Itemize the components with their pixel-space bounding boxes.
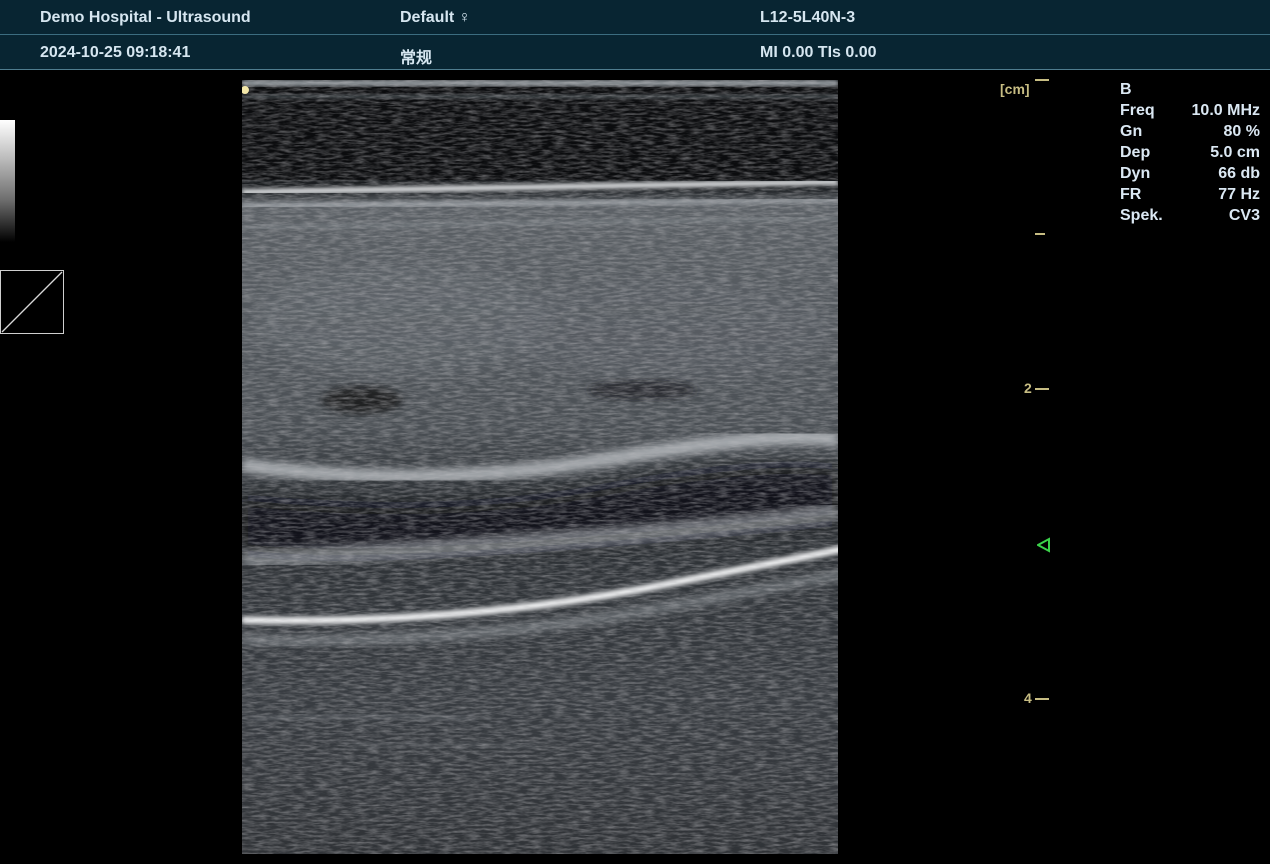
ultrasound-image[interactable] — [241, 80, 846, 854]
datetime: 2024-10-25 09:18:41 — [40, 44, 191, 61]
imaging-parameters: B Freq 10.0 MHz Gn 80 % Dep 5.0 cm Dyn 6… — [1120, 81, 1260, 228]
probe-label[interactable]: L12-5L40N-3 — [760, 9, 855, 27]
preset-label[interactable]: Default ♀ — [400, 9, 471, 27]
depth-tick — [1035, 79, 1049, 81]
param-value: 5.0 cm — [1210, 144, 1260, 161]
depth-label-4: 4 — [1024, 690, 1032, 706]
param-value: 77 Hz — [1218, 186, 1260, 203]
safety-indices: MI 0.00 TIs 0.00 — [760, 44, 877, 61]
param-value: 80 % — [1223, 123, 1260, 140]
param-row: Gn 80 % — [1120, 123, 1260, 144]
param-key: Dyn — [1120, 165, 1151, 182]
grayscale-bar — [0, 120, 15, 242]
depth-tick — [1035, 233, 1045, 235]
param-key: Freq — [1120, 102, 1155, 119]
depth-unit: [cm] — [1000, 81, 1030, 97]
param-value: CV3 — [1228, 207, 1260, 224]
depth-tick — [1035, 388, 1049, 390]
param-row: FR 77 Hz — [1120, 186, 1260, 207]
param-value: 66 db — [1218, 165, 1260, 182]
param-row: Freq 10.0 MHz — [1120, 102, 1260, 123]
param-row: Dep 5.0 cm — [1120, 144, 1260, 165]
header-bar-top: Demo Hospital - Ultrasound Default ♀ L12… — [0, 0, 1270, 35]
param-key: Spek. — [1120, 207, 1163, 224]
param-key: Gn — [1120, 123, 1143, 140]
header-bar-bottom: 2024-10-25 09:18:41 常规 MI 0.00 TIs 0.00 — [0, 35, 1270, 70]
param-value: 10.0 MHz — [1191, 102, 1260, 119]
mode-label: B — [1120, 81, 1132, 98]
hospital-name: Demo Hospital - Ultrasound — [40, 9, 251, 26]
param-key: FR — [1120, 186, 1142, 203]
depth-scale: [cm] 2 4 — [995, 70, 1055, 850]
depth-tick — [1035, 698, 1049, 700]
exam-type: 常规 — [400, 50, 433, 67]
param-mode: B — [1120, 81, 1260, 102]
focus-marker-icon[interactable] — [1035, 537, 1051, 553]
param-row: Spek. CV3 — [1120, 207, 1260, 228]
gray-map-curve — [0, 270, 64, 334]
param-key: Dep — [1120, 144, 1151, 161]
depth-label-2: 2 — [1024, 380, 1032, 396]
param-row: Dyn 66 db — [1120, 165, 1260, 186]
